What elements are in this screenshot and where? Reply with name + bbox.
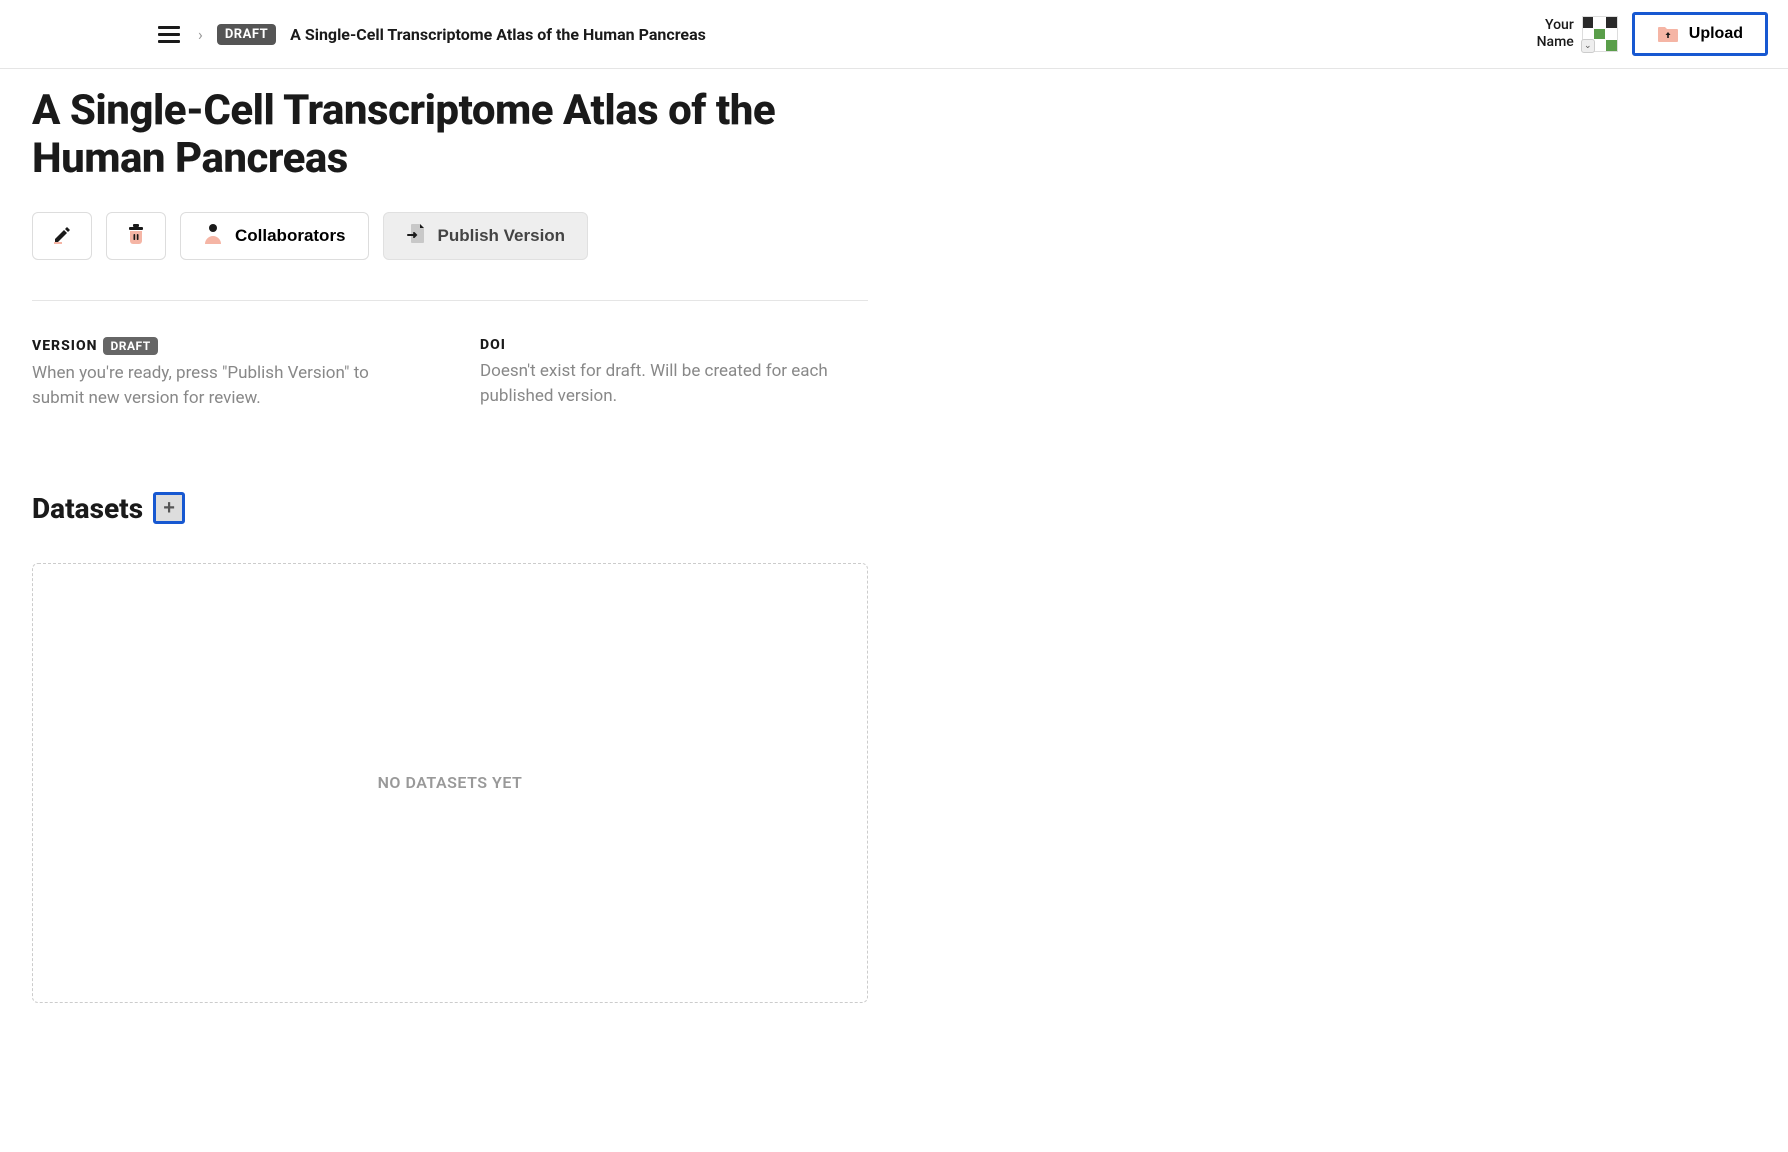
user-name-line1: Your	[1537, 17, 1574, 34]
edit-button[interactable]	[32, 212, 92, 260]
user-name-line2: Name	[1537, 34, 1574, 51]
publish-icon	[406, 222, 426, 249]
delete-button[interactable]	[106, 212, 166, 260]
user-name: Your Name	[1537, 17, 1574, 51]
breadcrumb-title[interactable]: A Single-Cell Transcriptome Atlas of the…	[290, 25, 706, 44]
action-bar: Collaborators Publish Version	[32, 212, 868, 260]
plus-icon: +	[163, 497, 175, 520]
version-draft-badge: DRAFT	[103, 337, 157, 355]
collaborators-label: Collaborators	[235, 226, 346, 246]
menu-icon[interactable]	[154, 22, 184, 47]
datasets-dropzone[interactable]: NO DATASETS YET	[32, 563, 868, 1003]
version-info: VERSION DRAFT When you're ready, press "…	[32, 337, 420, 412]
empty-datasets-text: NO DATASETS YET	[378, 773, 523, 792]
chevron-right-icon: ›	[198, 25, 203, 44]
doi-label: DOI	[480, 337, 506, 353]
upload-label: Upload	[1689, 25, 1743, 43]
draft-badge: DRAFT	[217, 24, 276, 45]
datasets-heading: Datasets	[32, 492, 143, 525]
add-dataset-button[interactable]: +	[153, 492, 185, 524]
user-menu[interactable]: Your Name ⌄	[1537, 16, 1618, 52]
logo-placeholder	[20, 20, 140, 48]
person-icon	[203, 222, 223, 249]
page-title: A Single-Cell Transcriptome Atlas of the…	[32, 87, 868, 184]
publish-label: Publish Version	[438, 226, 566, 246]
collaborators-button[interactable]: Collaborators	[180, 212, 369, 260]
main-content: A Single-Cell Transcriptome Atlas of the…	[0, 69, 900, 1021]
info-row: VERSION DRAFT When you're ready, press "…	[32, 337, 868, 412]
version-label: VERSION	[32, 338, 97, 354]
trash-icon	[124, 221, 148, 250]
chevron-down-icon[interactable]: ⌄	[1581, 39, 1595, 53]
datasets-header: Datasets +	[32, 492, 868, 525]
version-description: When you're ready, press "Publish Versio…	[32, 361, 420, 412]
doi-description: Doesn't exist for draft. Will be created…	[480, 359, 868, 410]
publish-button[interactable]: Publish Version	[383, 212, 589, 260]
top-header: › DRAFT A Single-Cell Transcriptome Atla…	[0, 0, 1788, 69]
upload-button[interactable]: Upload	[1632, 12, 1768, 56]
folder-upload-icon	[1657, 25, 1679, 43]
doi-info: DOI Doesn't exist for draft. Will be cre…	[480, 337, 868, 412]
pencil-icon	[50, 222, 74, 249]
divider	[32, 300, 868, 301]
